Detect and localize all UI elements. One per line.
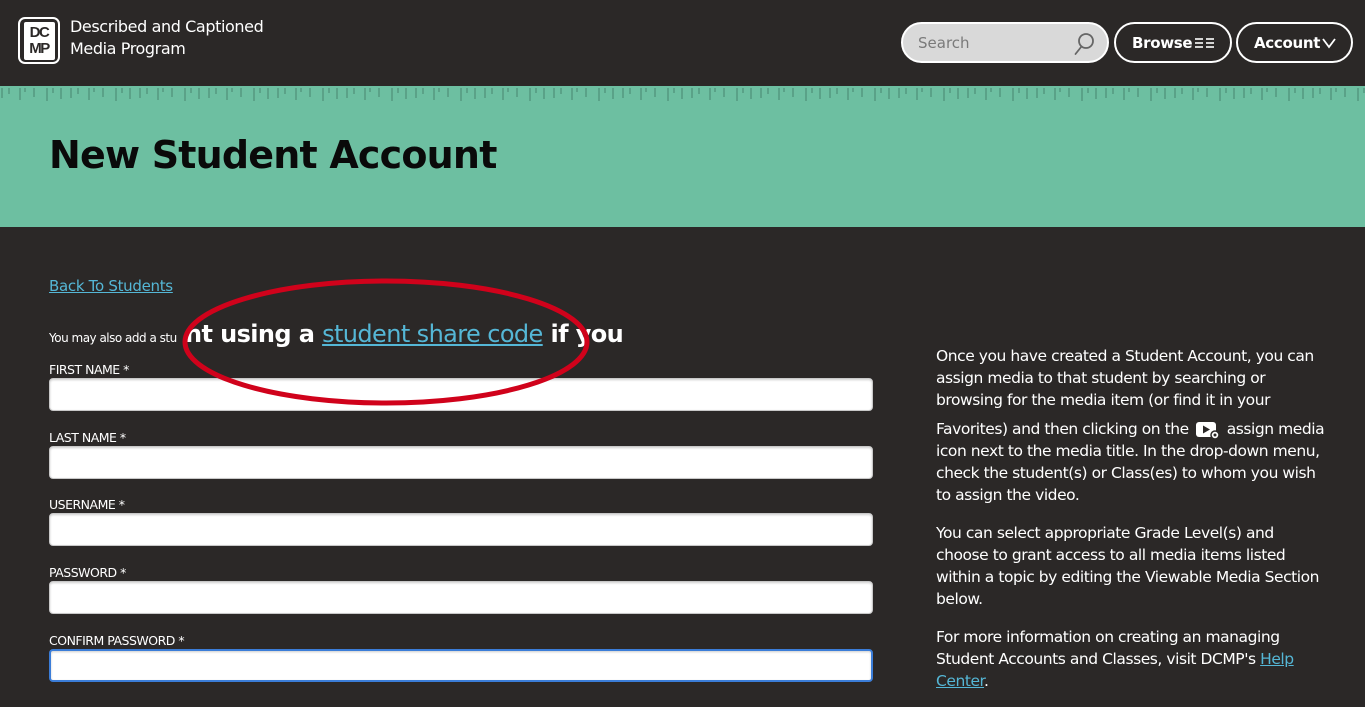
- red-annotation-circle: [182, 278, 590, 406]
- help-paragraph-assign-b: Favorites) and then clicking on the assig…: [936, 418, 1326, 506]
- confirm-password-label: CONFIRM PASSWORD *: [49, 633, 185, 648]
- assign-text-before: Favorites) and then clicking on the: [936, 420, 1189, 438]
- account-label: Account: [1254, 33, 1321, 52]
- search-box: [901, 22, 1109, 63]
- logo-mark: DC MP: [23, 21, 55, 60]
- search-icon[interactable]: [1073, 32, 1095, 56]
- assign-media-icon: [1195, 421, 1221, 440]
- help-paragraph-assign-a: Once you have created a Student Account,…: [936, 347, 1314, 409]
- logo-text-bottom: MP: [29, 39, 50, 57]
- browse-label: Browse: [1132, 33, 1193, 52]
- intro-text: You may also add a stu: [49, 331, 177, 345]
- first-name-label: FIRST NAME *: [49, 362, 129, 377]
- brand-line-2: Media Program: [70, 39, 186, 58]
- page-title: New Student Account: [49, 133, 497, 177]
- last-name-field[interactable]: [49, 446, 873, 479]
- logo-text-top: DC: [29, 23, 50, 41]
- more-info-text: For more information on creating an mana…: [936, 628, 1280, 668]
- help-paragraph-more-info: For more information on creating an mana…: [936, 626, 1326, 692]
- last-name-label: LAST NAME *: [49, 430, 126, 445]
- search-input[interactable]: [918, 33, 1068, 52]
- confirm-password-field[interactable]: [49, 649, 873, 682]
- username-field[interactable]: [49, 513, 873, 546]
- brand-name[interactable]: Described and Captioned Media Program: [70, 16, 264, 60]
- account-button[interactable]: Account: [1236, 22, 1353, 63]
- chevron-down-icon: [1322, 38, 1336, 49]
- dcmp-logo[interactable]: DC MP: [18, 17, 60, 64]
- back-to-students-link[interactable]: Back To Students: [49, 277, 173, 295]
- brand-line-1: Described and Captioned: [70, 17, 264, 36]
- help-paragraph-grade: You can select appropriate Grade Level(s…: [936, 524, 1320, 608]
- decorative-tick-pattern: [1, 88, 1365, 101]
- more-info-end: .: [984, 672, 989, 690]
- browse-button[interactable]: Browse: [1114, 22, 1232, 63]
- list-icon: [1195, 38, 1214, 48]
- password-label: PASSWORD *: [49, 565, 126, 580]
- password-field[interactable]: [49, 581, 873, 614]
- top-navigation-bar: DC MP Described and Captioned Media Prog…: [0, 0, 1365, 86]
- username-label: USERNAME *: [49, 497, 125, 512]
